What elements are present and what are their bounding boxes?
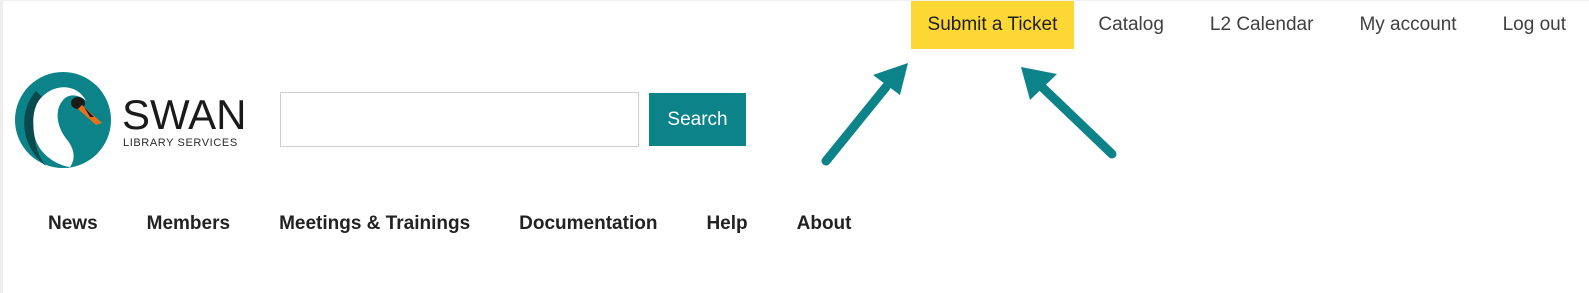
logo-subtitle: LIBRARY SERVICES [123, 137, 238, 149]
nav-about[interactable]: About [797, 213, 852, 235]
swan-icon [15, 72, 111, 168]
swan-logo[interactable]: SWAN LIBRARY SERVICES [14, 71, 254, 169]
nav-news[interactable]: News [48, 213, 98, 235]
search-input[interactable] [280, 92, 639, 147]
arrow-up-icon [1021, 67, 1117, 159]
submit-ticket-link[interactable]: Submit a Ticket [910, 1, 1075, 49]
logo-name: SWAN [122, 91, 247, 138]
l2-calendar-link[interactable]: L2 Calendar [1187, 1, 1337, 49]
nav-meetings-trainings[interactable]: Meetings & Trainings [279, 213, 470, 235]
arrow-up-icon [821, 63, 908, 166]
main-nav: News Members Meetings & Trainings Docume… [48, 209, 901, 239]
log-out-link[interactable]: Log out [1480, 1, 1589, 49]
nav-help[interactable]: Help [706, 213, 747, 235]
my-account-link[interactable]: My account [1336, 1, 1479, 49]
page: Submit a Ticket Catalog L2 Calendar My a… [0, 0, 1589, 293]
search-button[interactable]: Search [649, 93, 746, 146]
catalog-link[interactable]: Catalog [1075, 1, 1187, 49]
left-edge [0, 1, 3, 293]
nav-documentation[interactable]: Documentation [519, 213, 657, 235]
nav-members[interactable]: Members [147, 213, 230, 235]
utility-nav: Submit a Ticket Catalog L2 Calendar My a… [910, 1, 1589, 49]
